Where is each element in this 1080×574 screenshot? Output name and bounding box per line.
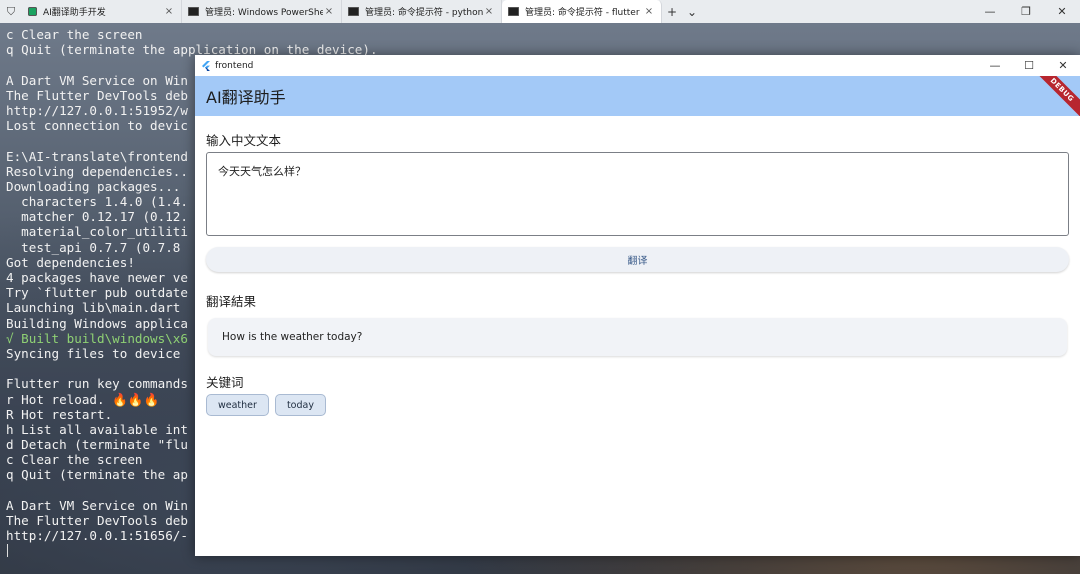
tab-label: AI翻译助手开发 (43, 8, 106, 18)
terminal-restore-button[interactable]: ❐ (1008, 0, 1044, 23)
green-app-icon (28, 7, 37, 16)
app-window-title: frontend (215, 60, 254, 71)
tab-powershell[interactable]: 管理员: Windows PowerShell × (182, 0, 342, 23)
tab-ai-translate-dev[interactable]: AI翻译助手开发 × (22, 0, 182, 23)
tab-dropdown-button[interactable]: ⌄ (682, 0, 702, 23)
app-bar-title: AI翻译助手 (206, 88, 286, 107)
tab-label: 管理员: Windows PowerShell (205, 8, 323, 18)
flutter-app-window: frontend — ☐ ✕ AI翻译助手 DEBUG 输入中文文本 今天天气怎… (195, 55, 1080, 556)
tab-cmd-python[interactable]: 管理员: 命令提示符 - python m × (342, 0, 502, 23)
terminal-icon (508, 7, 519, 16)
tabstrip-drag-area[interactable] (702, 0, 972, 23)
keyword-chip[interactable]: weather (206, 394, 269, 416)
tab-close-icon[interactable]: × (643, 6, 655, 17)
terminal-close-button[interactable]: ✕ (1044, 0, 1080, 23)
tab-cmd-flutter[interactable]: 管理员: 命令提示符 - flutter ru × (502, 0, 662, 23)
debug-banner: DEBUG (1029, 76, 1080, 116)
result-section-title: 翻译結果 (206, 294, 257, 309)
tab-label: 管理员: 命令提示符 - python m (365, 8, 483, 18)
translate-button[interactable]: 翻译 (206, 247, 1069, 272)
keyword-chips: weather today (206, 394, 1069, 416)
terminal-icon (348, 7, 359, 16)
flutter-logo-icon (202, 60, 210, 71)
app-content: 输入中文文本 今天天气怎么样？ 翻译 翻译結果 How is the weath… (195, 130, 1080, 416)
terminal-cursor (7, 544, 8, 557)
keyword-chip[interactable]: today (274, 394, 326, 416)
app-close-button[interactable]: ✕ (1046, 59, 1080, 72)
shield-icon: ⛉ (6, 4, 16, 18)
terminal-tab-strip: ⛉ AI翻译助手开发 × 管理员: Windows PowerShell × 管… (0, 0, 1080, 23)
app-maximize-button[interactable]: ☐ (1012, 59, 1046, 72)
input-section-title: 输入中文文本 (206, 133, 282, 148)
tab-close-icon[interactable]: × (323, 6, 335, 17)
tab-label: 管理员: 命令提示符 - flutter ru (525, 8, 643, 18)
new-tab-button[interactable]: + (662, 0, 682, 23)
app-minimize-button[interactable]: — (978, 59, 1012, 72)
keywords-section-title: 关键词 (206, 375, 244, 390)
chinese-text-input[interactable]: 今天天气怎么样？ (206, 152, 1069, 236)
terminal-line: c Clear the screen (6, 27, 143, 42)
terminal-icon (188, 7, 199, 16)
tab-close-icon[interactable]: × (483, 6, 495, 17)
tab-close-icon[interactable]: × (163, 6, 175, 17)
terminal-minimize-button[interactable]: — (972, 0, 1008, 23)
app-titlebar[interactable]: frontend — ☐ ✕ (195, 55, 1080, 76)
app-bar: AI翻译助手 DEBUG (195, 76, 1080, 116)
translation-result-card: How is the weather today? (208, 318, 1067, 356)
